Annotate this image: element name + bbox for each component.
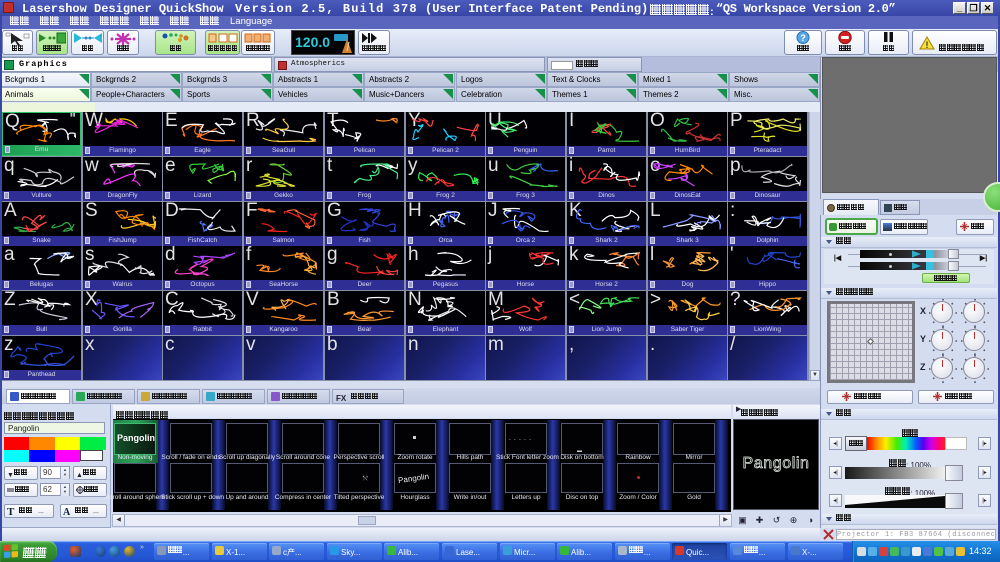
svg-text:!: ! [926, 40, 929, 50]
svg-text:?: ? [800, 33, 806, 43]
